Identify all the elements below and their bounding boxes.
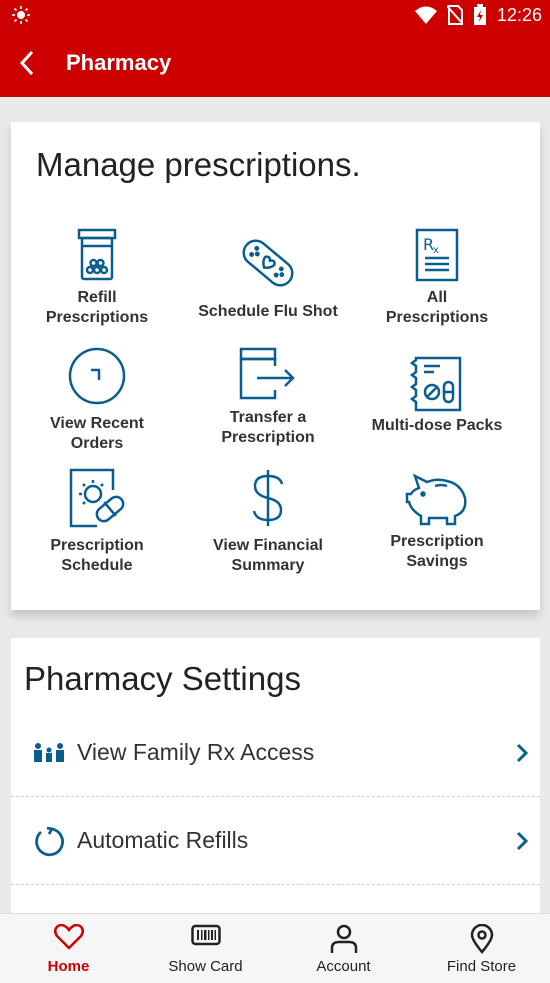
nav-label: Show Card — [168, 958, 243, 975]
chevron-right-icon — [516, 743, 529, 763]
tile-label: View Recent — [50, 415, 144, 432]
multi-dose-packs-tile[interactable]: Multi-dose Packs — [351, 356, 523, 436]
all-prescriptions-tile[interactable]: R x All Prescriptions — [351, 228, 523, 328]
brightness-icon — [12, 6, 30, 24]
tile-label: Prescriptions — [45, 309, 149, 326]
tile-label: Summary — [231, 557, 305, 574]
row-label: View Family Rx Access — [77, 739, 315, 765]
refresh-icon — [35, 826, 64, 857]
wifi-icon — [414, 6, 437, 24]
tile-label: Prescription — [221, 429, 315, 446]
rx-document-icon: R x — [415, 228, 459, 282]
battery-charging-icon — [473, 4, 486, 25]
app-bar: Pharmacy — [0, 30, 550, 97]
page-title: Pharmacy — [66, 50, 172, 75]
tile-label: Prescriptions — [385, 309, 489, 326]
heart-icon — [53, 924, 84, 950]
pharmacy-settings-card: Pharmacy Settings View Family Rx Access … — [11, 638, 540, 918]
tile-label: Prescription — [50, 537, 144, 554]
view-financial-summary-tile[interactable]: View Financial Summary — [182, 468, 354, 576]
view-recent-orders-tile[interactable]: View Recent Orders — [11, 346, 183, 454]
tile-label: Transfer a — [229, 409, 307, 426]
nav-home[interactable]: Home — [0, 914, 137, 983]
bottom-navigation: Home Show Card Account Find Store — [0, 913, 550, 983]
view-family-rx-access-row[interactable]: View Family Rx Access — [11, 709, 540, 797]
row-label: Automatic Refills — [77, 827, 249, 853]
location-pin-icon — [470, 924, 493, 954]
nav-label: Home — [47, 958, 90, 975]
schedule-flu-shot-tile[interactable]: Schedule Flu Shot — [182, 234, 354, 322]
automatic-refills-row[interactable]: Automatic Refills — [11, 797, 540, 885]
manage-heading: Manage prescriptions. — [36, 146, 361, 183]
no-sim-icon — [446, 5, 463, 25]
settings-heading: Pharmacy Settings — [24, 660, 301, 697]
tile-label: Prescription — [390, 533, 484, 550]
prescription-schedule-tile[interactable]: Prescription Schedule — [11, 468, 183, 576]
tile-label: Orders — [70, 435, 124, 452]
dollar-icon — [252, 470, 284, 526]
svg-text:x: x — [433, 245, 439, 256]
nav-label: Account — [316, 958, 371, 975]
person-icon — [330, 924, 357, 953]
tile-label: Schedule — [61, 557, 133, 574]
sun-pill-calendar-icon — [69, 468, 125, 528]
nav-show-card[interactable]: Show Card — [137, 914, 274, 983]
tile-label: Savings — [406, 553, 468, 570]
tile-label: View Financial — [213, 537, 323, 554]
tile-label: Schedule Flu Shot — [198, 303, 338, 320]
tile-label: All — [426, 289, 448, 306]
refill-prescriptions-tile[interactable]: Refill Prescriptions — [11, 228, 183, 328]
prescription-savings-tile[interactable]: Prescription Savings — [351, 472, 523, 572]
status-time: 12:26 — [496, 4, 542, 25]
chevron-right-icon — [516, 831, 529, 851]
transfer-bottle-icon — [239, 347, 295, 400]
nav-label: Find Store — [446, 958, 517, 975]
bandage-icon — [242, 239, 294, 287]
clock-icon — [68, 347, 126, 405]
tile-label: Multi-dose Packs — [371, 417, 503, 434]
transfer-prescription-tile[interactable]: Transfer a Prescription — [182, 346, 354, 448]
multi-dose-pack-icon — [410, 356, 462, 412]
pill-bottle-icon — [77, 228, 117, 281]
back-arrow-icon[interactable] — [14, 48, 42, 78]
status-bar: 12:26 — [0, 0, 550, 30]
tile-label: Refill — [77, 289, 117, 306]
nav-account[interactable]: Account — [275, 914, 412, 983]
family-icon — [34, 743, 64, 762]
manage-prescriptions-card: Manage prescriptions. Refill Prescription… — [11, 122, 540, 610]
nav-find-store[interactable]: Find Store — [413, 914, 550, 983]
barcode-card-icon — [190, 924, 221, 946]
piggy-bank-icon — [405, 473, 467, 526]
